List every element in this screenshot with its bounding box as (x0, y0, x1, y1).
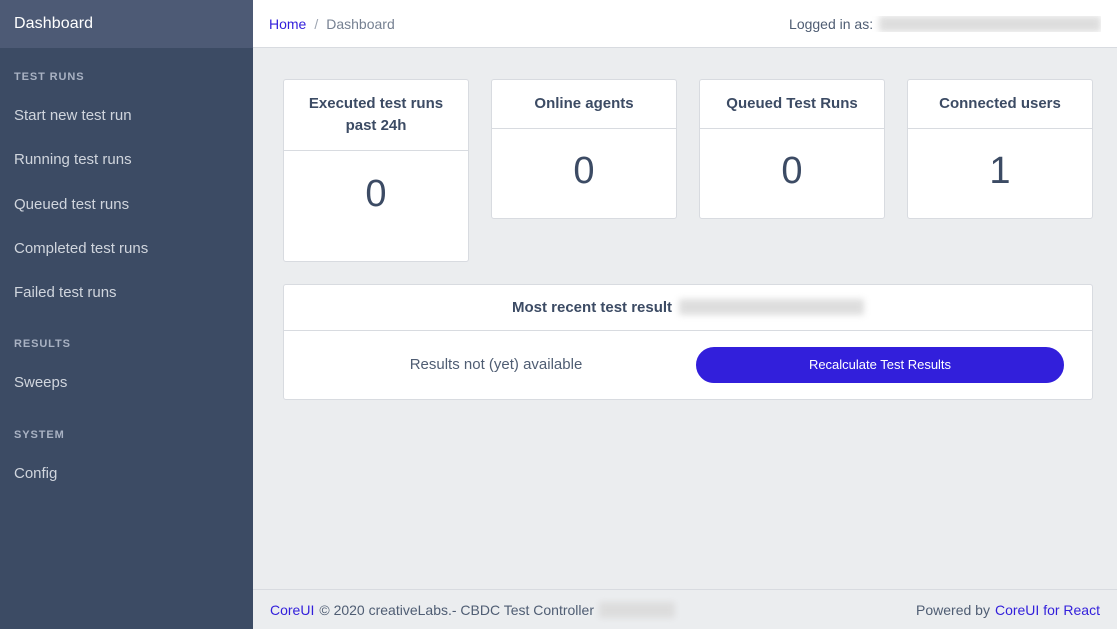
logged-in-username: Redacted User Name Organization (879, 15, 1101, 32)
stat-card-value: 1 (989, 150, 1011, 193)
logged-in-label: Logged in as: (789, 15, 874, 32)
stat-card-value: 0 (365, 172, 387, 215)
main-wrapper: Home / Dashboard Logged in as: Redacted … (253, 0, 1117, 629)
stat-card-body: 0 (284, 151, 468, 261)
sidebar-item-start-new-test-run[interactable]: Start new test run (0, 94, 253, 138)
breadcrumb-separator: / (314, 15, 319, 32)
sidebar-item-queued-test-runs[interactable]: Queued test runs (0, 183, 253, 227)
sidebar-group-title-system: SYSTEM (14, 428, 65, 441)
stat-cards-row: Executed test runs past 24h 0 Online age… (283, 79, 1093, 262)
most-recent-test-result-title: Most recent test result (512, 298, 673, 316)
footer-left: CoreUI © 2020 creativeLabs.- CBDC Test C… (270, 601, 675, 618)
most-recent-test-result-card: Most recent test result January 19, 2021… (283, 283, 1093, 400)
sidebar-group-title-results: RESULTS (14, 338, 71, 351)
stat-card-title: Connected users (908, 80, 1092, 129)
logged-in-info: Logged in as: Redacted User Name Organiz… (789, 15, 1101, 32)
footer-coreui-link[interactable]: CoreUI (270, 602, 314, 618)
breadcrumb: Home / Dashboard (269, 16, 395, 32)
stat-card-value: 0 (573, 150, 595, 193)
recalculate-test-results-button[interactable]: Recalculate Test Results (696, 346, 1064, 383)
sidebar-group-title-test-runs: TEST RUNS (14, 71, 85, 83)
footer-right: Powered by CoreUI for React (916, 602, 1100, 618)
stat-card-online-agents: Online agents 0 (491, 79, 677, 219)
sidebar-nav: TEST RUNS Start new test run Running tes… (0, 48, 253, 629)
most-recent-test-result-timestamp: January 19, 2021 1:01 PM (679, 299, 864, 315)
stat-card-body: 0 (700, 129, 884, 218)
stat-card-queued-test-runs: Queued Test Runs 0 (699, 79, 885, 219)
stat-card-executed-test-runs: Executed test runs past 24h 0 (283, 79, 469, 262)
stat-card-title: Queued Test Runs (700, 80, 884, 129)
footer-coreui-react-link[interactable]: CoreUI for React (995, 602, 1100, 618)
sidebar-item-completed-test-runs[interactable]: Completed test runs (0, 227, 253, 271)
sidebar: Dashboard TEST RUNS Start new test run R… (0, 0, 253, 629)
sidebar-item-failed-test-runs[interactable]: Failed test runs (0, 271, 253, 315)
footer-powered-by-label: Powered by (916, 601, 990, 618)
footer-copyright: © 2020 creativeLabs.- CBDC Test Controll… (319, 601, 594, 618)
sidebar-brand-title: Dashboard (14, 15, 94, 32)
page-header: Home / Dashboard Logged in as: Redacted … (253, 0, 1117, 48)
most-recent-test-result-header: Most recent test result January 19, 2021… (284, 285, 1092, 331)
stat-card-body: 0 (492, 129, 676, 218)
sidebar-item-running-test-runs[interactable]: Running test runs (0, 138, 253, 182)
most-recent-test-result-body: Results not (yet) available Recalculate … (284, 331, 1092, 399)
page-footer: CoreUI © 2020 creativeLabs.- CBDC Test C… (253, 589, 1117, 629)
stat-card-title: Online agents (492, 80, 676, 129)
footer-version: v0.0.1 build (598, 601, 675, 618)
stat-card-value: 0 (781, 150, 803, 193)
sidebar-brand[interactable]: Dashboard (0, 0, 253, 48)
breadcrumb-item-home[interactable]: Home (269, 16, 306, 32)
result-status-text: Results not (yet) available (409, 356, 583, 374)
app-root: Dashboard TEST RUNS Start new test run R… (0, 0, 1117, 629)
stat-card-body: 1 (908, 129, 1092, 218)
stat-card-connected-users: Connected users 1 (907, 79, 1093, 219)
breadcrumb-item-dashboard: Dashboard (326, 15, 395, 32)
dashboard-body: Executed test runs past 24h 0 Online age… (253, 48, 1117, 589)
sidebar-item-config[interactable]: Config (0, 452, 253, 496)
result-action-area: Recalculate Test Results (688, 346, 1072, 383)
sidebar-item-sweeps[interactable]: Sweeps (0, 361, 253, 405)
stat-card-title: Executed test runs past 24h (284, 80, 468, 151)
